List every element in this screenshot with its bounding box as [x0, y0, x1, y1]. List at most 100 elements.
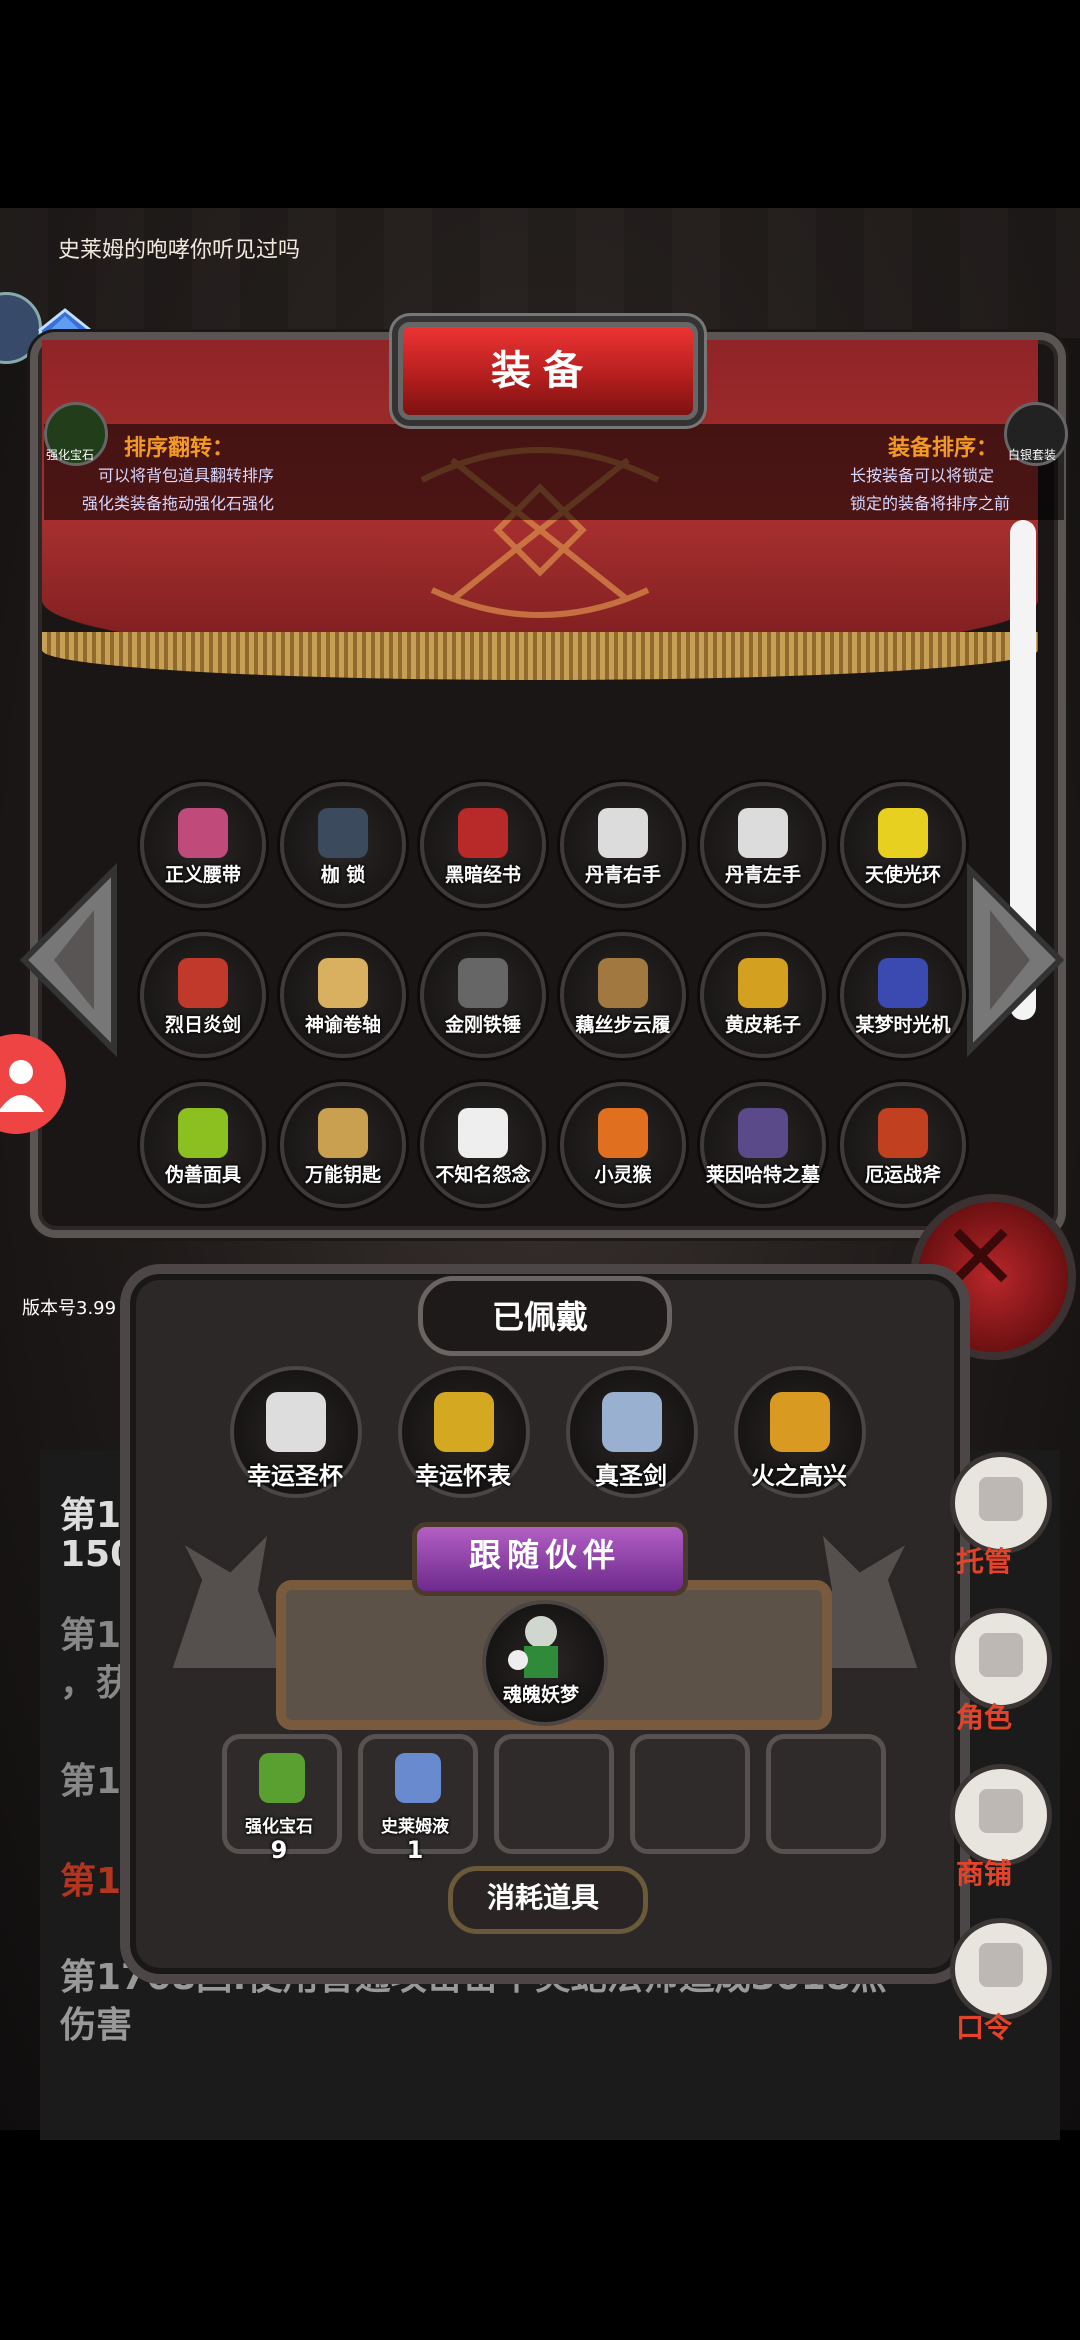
equipped-item-icon	[266, 1392, 326, 1452]
consumable-count: 9	[270, 1836, 288, 1864]
inventory-item-label: 丹青左手	[724, 864, 801, 886]
inventory-item-label: 莱因哈特之墓	[705, 1164, 820, 1186]
version-label: 版本号3.99	[22, 1298, 117, 1319]
equipped-title: 已佩戴	[491, 1298, 588, 1336]
inventory-slot[interactable]	[840, 782, 966, 908]
inventory-slot[interactable]	[420, 1082, 546, 1208]
consumable-count: 1	[406, 1836, 424, 1864]
item-icon	[458, 958, 508, 1008]
inventory-item-label: 某梦时光机	[855, 1014, 951, 1036]
inventory-slot[interactable]	[140, 1082, 266, 1208]
equipped-item-label: 真圣剑	[595, 1462, 667, 1490]
scroll-icon	[979, 1943, 1023, 1987]
inventory-slot[interactable]	[280, 782, 406, 908]
item-icon	[178, 958, 228, 1008]
item-icon	[178, 808, 228, 858]
item-icon	[458, 1108, 508, 1158]
inventory-item-label: 不知名怨念	[435, 1164, 531, 1186]
item-icon	[318, 958, 368, 1008]
inventory-item-label: 藕丝步云履	[575, 1014, 671, 1036]
inventory-item-label: 黄皮耗子	[724, 1014, 801, 1036]
item-icon	[458, 808, 508, 858]
consumable-slot[interactable]	[494, 1734, 614, 1854]
right-icon-label: 白银套装	[1008, 448, 1057, 462]
inventory-item-label: 烈日炎剑	[164, 1014, 241, 1036]
item-icon	[598, 1108, 648, 1158]
inventory-slot[interactable]	[560, 932, 686, 1058]
item-icon	[598, 808, 648, 858]
inventory-item-label: 万能钥匙	[304, 1164, 381, 1186]
sort-flip-title[interactable]: 排序翻转：	[124, 430, 234, 462]
inventory-slot[interactable]	[840, 1082, 966, 1208]
equipped-item-label: 幸运圣杯	[247, 1462, 343, 1490]
inventory-slot[interactable]	[140, 932, 266, 1058]
inventory-slot[interactable]	[560, 782, 686, 908]
consumable-slot[interactable]	[766, 1734, 886, 1854]
item-icon	[738, 808, 788, 858]
side-button-label: 商铺	[956, 1857, 1013, 1890]
inventory-item-label: 天使光环	[864, 864, 941, 886]
prev-page-arrow-icon[interactable]	[14, 860, 124, 1060]
item-icon	[598, 958, 648, 1008]
equip-sort-desc-1: 长按装备可以将锁定	[850, 466, 995, 485]
hood-icon	[979, 1633, 1023, 1677]
partner-name: 魂魄妖梦	[502, 1684, 579, 1706]
consumable-slot[interactable]	[630, 1734, 750, 1854]
partner-title: 跟随伙伴	[468, 1536, 621, 1574]
inventory-slot[interactable]	[700, 782, 826, 908]
side-button-0[interactable]	[950, 1452, 1052, 1554]
equipped-item-label: 火之高兴	[751, 1462, 847, 1490]
inventory-slot[interactable]	[700, 932, 826, 1058]
inventory-slot[interactable]	[420, 782, 546, 908]
log-line-5b: 伤害	[60, 2005, 133, 2046]
equip-sort-desc-2: 锁定的装备将排序之前	[850, 494, 1011, 513]
inventory-slot[interactable]	[140, 782, 266, 908]
side-button-label: 托管	[956, 1545, 1013, 1578]
equip-sort-title[interactable]: 装备排序：	[888, 430, 998, 462]
inventory-item-label: 小灵猴	[594, 1164, 652, 1186]
item-icon	[318, 808, 368, 858]
equipped-item-icon	[434, 1392, 494, 1452]
inventory-item-label: 厄运战斧	[864, 1164, 941, 1186]
inventory-slot[interactable]	[560, 1082, 686, 1208]
panel-title: 装备	[491, 348, 595, 394]
equipped-item-icon	[602, 1392, 662, 1452]
sort-flip-desc-1: 可以将背包道具翻转排序	[98, 466, 275, 485]
item-icon	[178, 1108, 228, 1158]
item-icon	[878, 958, 928, 1008]
consumable-name: 强化宝石	[245, 1817, 313, 1837]
dice-icon	[979, 1477, 1023, 1521]
left-icon-label: 强化宝石	[46, 448, 95, 462]
inventory-item-label: 神谕卷轴	[304, 1014, 381, 1036]
inventory-slot[interactable]	[700, 1082, 826, 1208]
side-button-1[interactable]	[950, 1608, 1052, 1710]
inventory-item-label: 伪善面具	[164, 1164, 241, 1186]
consumable-icon	[395, 1753, 441, 1803]
inventory-slot[interactable]	[280, 1082, 406, 1208]
inventory-item-label: 金刚铁锤	[444, 1014, 521, 1036]
inventory-item-label: 黑暗经书	[444, 864, 521, 886]
top-message: 史莱姆的咆哮你听见过吗	[58, 238, 301, 263]
inventory-item-label: 正义腰带	[164, 864, 241, 886]
shop-icon	[979, 1789, 1023, 1833]
inventory-slot[interactable]	[840, 932, 966, 1058]
item-icon	[738, 958, 788, 1008]
inventory-slot[interactable]	[420, 932, 546, 1058]
equipped-item-label: 幸运怀表	[415, 1462, 511, 1490]
side-button-2[interactable]	[950, 1764, 1052, 1866]
side-button-3[interactable]	[950, 1918, 1052, 2020]
side-button-label: 角色	[956, 1701, 1013, 1734]
castle-wall	[0, 208, 1080, 338]
inventory-item-label: 枷 锁	[320, 864, 366, 886]
item-icon	[738, 1108, 788, 1158]
item-icon	[878, 808, 928, 858]
item-icon	[318, 1108, 368, 1158]
partner-sprite-icon	[508, 1616, 558, 1678]
inventory-slot[interactable]	[280, 932, 406, 1058]
person-icon	[0, 1060, 44, 1112]
consumable-name: 史莱姆液	[381, 1817, 449, 1837]
side-button-label: 口令	[956, 2011, 1013, 2044]
equipped-item-icon	[770, 1392, 830, 1452]
log-line-4: 第1	[60, 1861, 122, 1902]
item-icon	[878, 1108, 928, 1158]
